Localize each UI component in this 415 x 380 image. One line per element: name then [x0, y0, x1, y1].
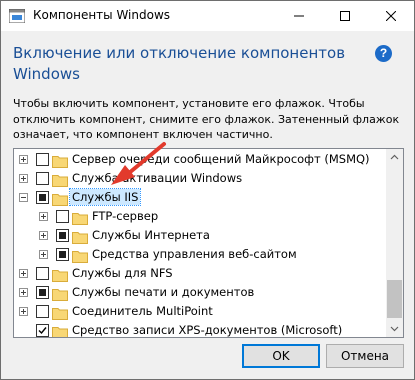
tree-item-label: Службы для NFS	[72, 266, 173, 280]
tree-item[interactable]: Средство записи XPS-документов (Microsof…	[14, 321, 384, 337]
help-icon[interactable]: ?	[375, 45, 392, 62]
expand-icon[interactable]	[19, 174, 28, 183]
tree-item-label: Службы IIS	[68, 188, 142, 206]
maximize-icon	[340, 11, 350, 21]
folder-icon	[52, 153, 68, 168]
expand-icon[interactable]	[39, 212, 48, 221]
cancel-button[interactable]: Отмена	[326, 344, 404, 368]
features-tree[interactable]: Сервер очереди сообщений Майкрософт (MSM…	[13, 148, 404, 338]
scroll-up-button[interactable]	[386, 149, 403, 166]
folder-icon	[52, 286, 68, 301]
expand-icon[interactable]	[19, 288, 28, 297]
feature-checkbox[interactable]	[36, 286, 49, 299]
close-icon	[386, 11, 396, 21]
feature-checkbox[interactable]	[56, 248, 69, 261]
expand-icon[interactable]	[39, 231, 48, 240]
tree-item[interactable]: Сервер очереди сообщений Майкрософт (MSM…	[14, 150, 384, 169]
tree-scrollbar[interactable]	[386, 149, 403, 337]
window-title: Компоненты Windows	[33, 8, 171, 22]
tree-item-label: Служба активации Windows	[72, 171, 243, 185]
feature-checkbox[interactable]	[36, 305, 49, 318]
tree-item-label: Службы печати и документов	[72, 285, 255, 299]
expand-icon[interactable]	[19, 269, 28, 278]
folder-icon	[52, 191, 68, 206]
instructions-text: Чтобы включить компонент, установите его…	[13, 97, 400, 141]
feature-checkbox[interactable]	[36, 153, 49, 166]
tree-item[interactable]: Средства управления веб-сайтом	[14, 245, 384, 264]
folder-icon	[72, 248, 88, 263]
title-bar[interactable]: Компоненты Windows	[1, 1, 414, 31]
folder-icon	[52, 305, 68, 320]
close-button[interactable]	[368, 1, 414, 31]
feature-checkbox[interactable]	[56, 229, 69, 242]
tree-item[interactable]: Соединитель MultiPoint	[14, 302, 384, 321]
tree-item[interactable]: Службы IIS	[14, 188, 384, 207]
minimize-button[interactable]	[276, 1, 322, 31]
tree-item[interactable]: Службы печати и документов	[14, 283, 384, 302]
scrollbar-thumb[interactable]	[387, 280, 402, 318]
windows-features-icon	[9, 9, 25, 23]
feature-checkbox[interactable]	[36, 267, 49, 280]
tree-item-label: Службы Интернета	[92, 228, 210, 242]
folder-icon	[72, 210, 88, 225]
expand-icon[interactable]	[39, 250, 48, 259]
ok-button[interactable]: OK	[242, 344, 320, 368]
feature-checkbox[interactable]	[36, 324, 49, 337]
tree-item[interactable]: FTP-сервер	[14, 207, 384, 226]
tree-item-label: Средство записи XPS-документов (Microsof…	[72, 323, 343, 337]
dialog-heading: Включение или отключение компонентов Win…	[13, 44, 346, 83]
tree-item-label: Соединитель MultiPoint	[72, 304, 213, 318]
collapse-icon[interactable]	[19, 193, 28, 202]
feature-checkbox[interactable]	[36, 172, 49, 185]
tree-item[interactable]: Службы для NFS	[14, 264, 384, 283]
minimize-icon	[294, 15, 304, 17]
folder-icon	[52, 267, 68, 282]
windows-features-dialog: Компоненты Windows Включение или отключе…	[0, 0, 415, 380]
maximize-button[interactable]	[322, 1, 368, 31]
chevron-up-icon	[390, 154, 399, 160]
tree-item-label: FTP-сервер	[92, 209, 159, 223]
scroll-down-button[interactable]	[386, 320, 403, 337]
feature-checkbox[interactable]	[36, 191, 49, 204]
folder-icon	[52, 324, 68, 337]
folder-icon	[52, 172, 68, 187]
expand-icon[interactable]	[19, 155, 28, 164]
chevron-down-icon	[390, 326, 399, 332]
tree-item[interactable]: Службы Интернета	[14, 226, 384, 245]
tree-item-label: Сервер очереди сообщений Майкрософт (MSM…	[72, 152, 370, 166]
folder-icon	[72, 229, 88, 244]
tree-item-label: Средства управления веб-сайтом	[92, 247, 297, 261]
feature-checkbox[interactable]	[56, 210, 69, 223]
expand-icon[interactable]	[19, 307, 28, 316]
tree-item[interactable]: Служба активации Windows	[14, 169, 384, 188]
